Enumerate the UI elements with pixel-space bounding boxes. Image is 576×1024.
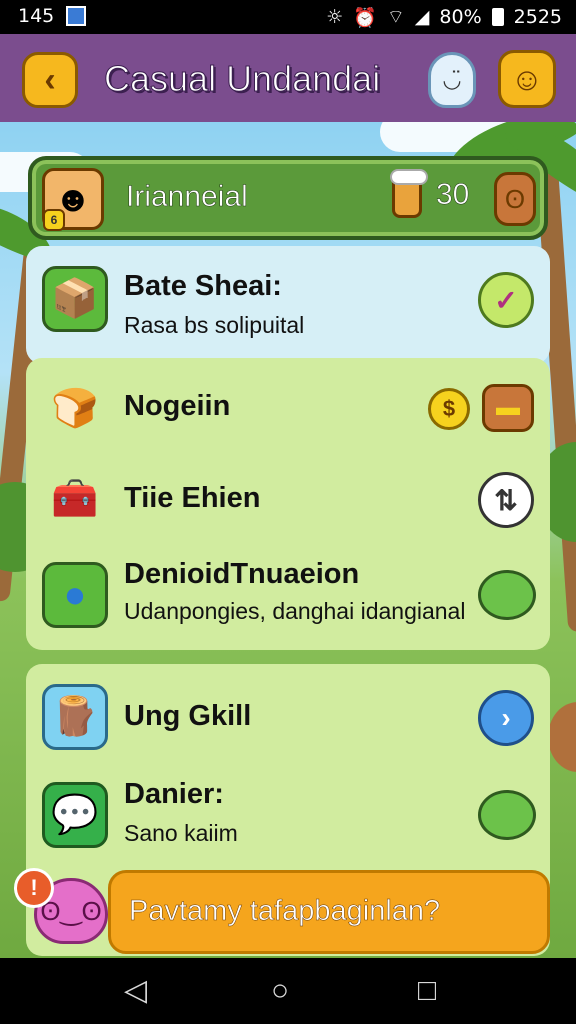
wifi-icon: ⌔ — [386, 6, 405, 28]
plank-icon: 🪵 — [42, 684, 108, 750]
profile-bar[interactable]: ☻ 6 Irianneial 30 ʘ — [28, 156, 548, 240]
paddle-icon: ● — [42, 562, 108, 628]
signal-icon: ◢ — [414, 6, 430, 28]
row-title: Ung Gkill — [124, 700, 252, 732]
list-item-ung-gkill[interactable]: 🪵 Ung Gkill › — [26, 670, 550, 766]
tree-stump — [548, 702, 576, 772]
checkmark-icon: ✓ — [494, 284, 518, 316]
battery-icon — [491, 8, 504, 26]
back-button[interactable]: ‹ — [22, 52, 78, 108]
list-item-nogeiin[interactable]: 🍞 Nogeiin $ ▬ — [26, 362, 550, 458]
green-bubble-button[interactable] — [478, 790, 536, 840]
status-clock: 2525 — [513, 6, 562, 28]
list-item-danier[interactable]: 💬 Danier: Sano kaiim — [26, 768, 550, 864]
swap-button[interactable]: ⇅ — [478, 472, 534, 528]
ghost-button[interactable]: ◡̈ — [428, 52, 476, 108]
list-item-denioid[interactable]: ● DenioidTnuaeion Udanpongies, danghai i… — [26, 548, 550, 644]
row-title: Tiie Ehien — [124, 482, 261, 514]
forward-arrow-icon: › — [501, 702, 511, 733]
chest-icon: 🧰 — [51, 478, 99, 520]
folder-button[interactable]: ▬ — [482, 384, 534, 432]
status-icons: ☼ ⏰ ⌔ ◢ 80% 2525 — [326, 5, 562, 29]
folder-icon: ▬ — [496, 394, 520, 421]
row-subtitle: Udanpongies, danghai idangianal — [124, 598, 466, 624]
smiley-icon: ☺ — [510, 60, 544, 97]
status-bar: 145 ☼ ⏰ ⌔ ◢ 80% 2525 — [0, 0, 576, 34]
row-title: Danier: — [124, 778, 224, 810]
app-bar: ‹ Casual Undandai ◡̈ ☺ — [0, 34, 576, 122]
player-name: Irianneial — [126, 180, 248, 214]
cup-icon — [390, 169, 428, 218]
row-subtitle: Rasa bs solipuital — [124, 312, 305, 338]
dollar-coin-icon: $ — [442, 396, 456, 421]
row-subtitle: Sano kaiim — [124, 820, 238, 846]
ghost-icon: ◡̈ — [442, 67, 462, 92]
alarm-icon: ⏰ — [353, 6, 377, 29]
battery-percent: 80% — [439, 6, 482, 28]
nav-home-icon[interactable]: ○ — [271, 976, 289, 1006]
coin-button[interactable]: ʘ — [494, 172, 536, 226]
coin-button-icon: ʘ — [504, 183, 526, 214]
chat-face-icon: 💬 — [42, 782, 108, 848]
smiley-button[interactable]: ☺ — [498, 50, 556, 108]
system-nav-bar: ◁ ○ □ — [0, 958, 576, 1024]
green-bubble-button[interactable] — [478, 570, 536, 620]
coin-count: 30 — [436, 178, 470, 212]
swap-icon: ⇅ — [494, 484, 518, 516]
check-button[interactable]: ✓ — [478, 272, 534, 328]
gallery-notification-icon — [66, 6, 86, 26]
status-time: 145 — [18, 5, 55, 27]
back-icon: ‹ — [44, 60, 56, 99]
level-badge: 6 — [43, 209, 65, 231]
list-item-tiie-ehien[interactable]: 🧰 Tiie Ehien ⇅ — [26, 452, 550, 548]
avatar[interactable]: ☻ 6 — [42, 168, 104, 231]
vibrate-icon: ☼ — [326, 6, 344, 28]
bread-icon: 🍞 — [51, 388, 99, 430]
alert-icon[interactable]: ! — [14, 868, 54, 908]
forward-button[interactable]: › — [478, 690, 534, 746]
promo-banner[interactable]: Pavtamy tafapbaginlan? — [108, 870, 550, 954]
nav-back-icon[interactable]: ◁ — [124, 976, 147, 1006]
page-title: Casual Undandai — [103, 58, 381, 100]
dollar-coin-button[interactable]: $ — [428, 388, 470, 430]
banner-text: Pavtamy tafapbaginlan? — [129, 895, 441, 928]
nav-recents-icon[interactable]: □ — [418, 976, 436, 1006]
row-title: Nogeiin — [124, 390, 231, 422]
box-icon: 📦 — [42, 266, 108, 332]
row-title: Bate Sheai: — [124, 270, 282, 302]
row-title: DenioidTnuaeion — [124, 558, 360, 590]
list-item-bate-sheai[interactable]: 📦 Bate Sheai: Rasa bs solipuital ✓ — [26, 252, 550, 348]
